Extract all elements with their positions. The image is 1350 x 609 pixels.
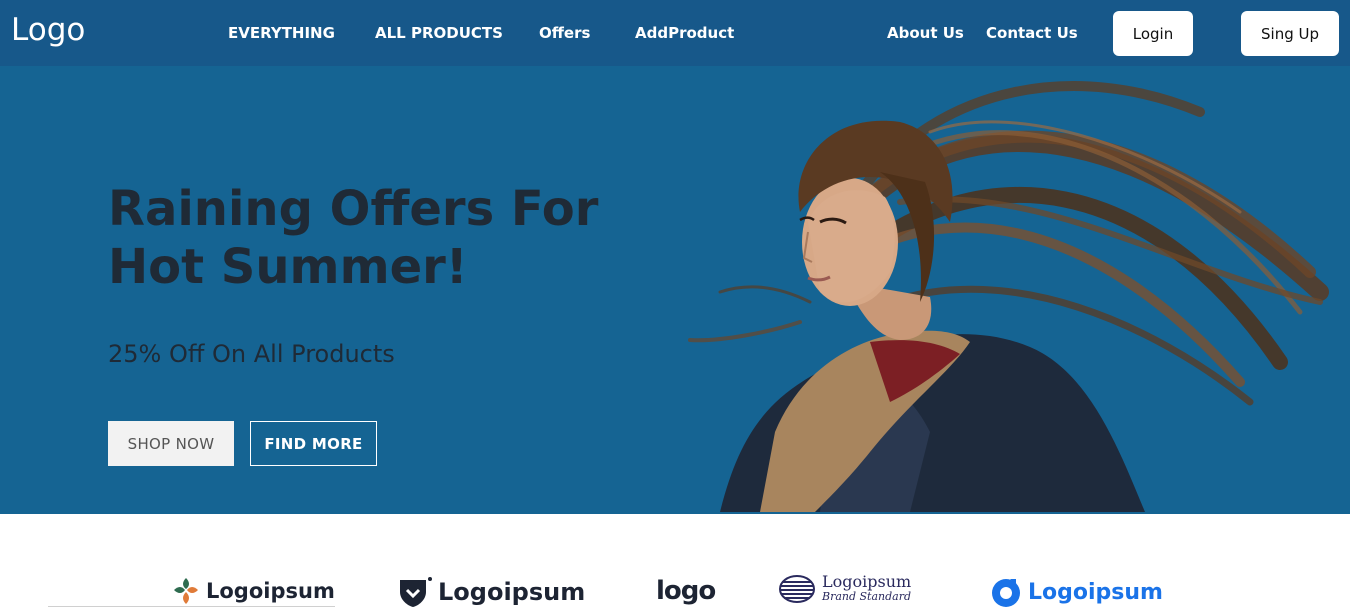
shop-now-button[interactable]: SHOP NOW xyxy=(108,421,234,466)
nav-link-everything[interactable]: EVERYTHING xyxy=(228,24,335,42)
nav-link-all-products[interactable]: ALL PRODUCTS xyxy=(375,24,503,42)
brand-name: Logoipsum xyxy=(206,579,335,603)
hero-title: Raining Offers For Hot Summer! xyxy=(108,181,599,295)
hero-model-image xyxy=(688,81,1329,512)
brand-name: Logoipsum xyxy=(1028,579,1163,605)
brand-tagline: Brand Standard xyxy=(822,590,912,603)
brand-logo-3[interactable]: logo xyxy=(656,576,716,606)
brand-name: Logoipsum xyxy=(822,572,912,591)
top-navbar: Logo EVERYTHING ALL PRODUCTS Offers AddP… xyxy=(0,0,1350,66)
find-more-button[interactable]: FIND MORE xyxy=(250,421,377,466)
hero-subtitle: 25% Off On All Products xyxy=(108,340,395,368)
shield-logo-icon xyxy=(400,577,432,607)
clover-logo-icon xyxy=(174,578,198,604)
brand-name: Logoipsum xyxy=(438,578,586,606)
brand-logos-strip: Logoipsum Logoipsum logo Logoipsum Brand… xyxy=(0,514,1350,609)
brand-logo-1[interactable]: Logoipsum xyxy=(172,576,335,606)
signup-button[interactable]: Sing Up xyxy=(1241,11,1339,56)
hero-banner: Raining Offers For Hot Summer! 25% Off O… xyxy=(0,66,1350,514)
brand-logo-2[interactable]: Logoipsum xyxy=(398,576,585,608)
brand-logo-4[interactable]: Logoipsum Brand Standard xyxy=(778,574,911,604)
nav-link-contact-us[interactable]: Contact Us xyxy=(986,24,1078,42)
sphere-logo-icon xyxy=(779,575,815,603)
nav-link-add-product[interactable]: AddProduct xyxy=(635,24,734,42)
logo-wordmark-icon: logo xyxy=(656,576,716,606)
nav-link-about-us[interactable]: About Us xyxy=(887,24,964,42)
login-button[interactable]: Login xyxy=(1113,11,1193,56)
site-logo[interactable]: Logo xyxy=(11,12,85,48)
divider xyxy=(48,606,335,607)
blue-badge-logo-icon xyxy=(992,579,1020,607)
brand-logo-5[interactable]: Logoipsum xyxy=(990,576,1163,608)
nav-link-offers[interactable]: Offers xyxy=(539,24,590,42)
